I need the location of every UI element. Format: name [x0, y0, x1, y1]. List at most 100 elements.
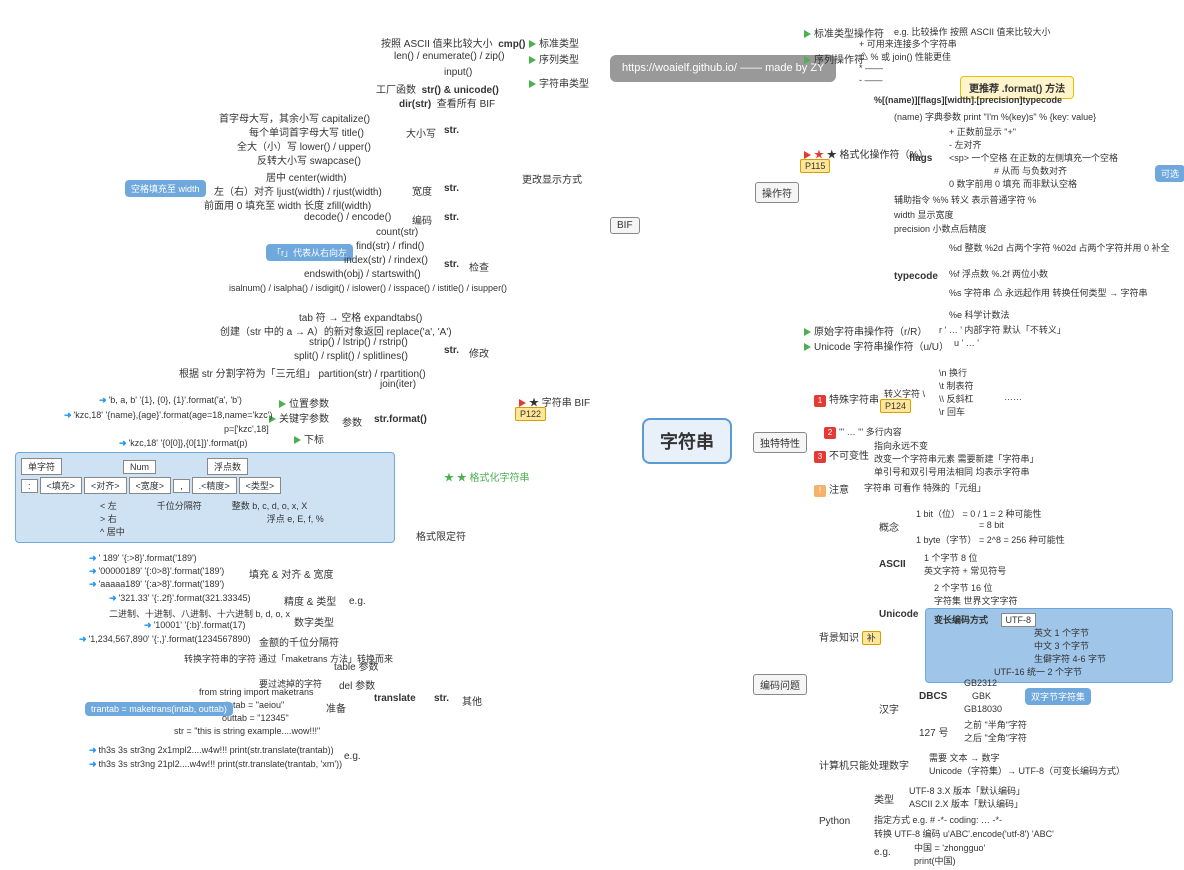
enc-dbcs-1: GBK: [968, 690, 995, 702]
enc-py-eg-1: print(中国): [910, 853, 960, 868]
fmt-sub-ex: ➜'kzc,18' '{0[0]},{0[1]}'.format(p): [115, 437, 252, 450]
enc-bg: 背景知识 补: [815, 628, 885, 645]
fmt-pos-ex: ➜'b, a, b' '{1}, {0}, {1}'.format('a', '…: [95, 394, 246, 407]
bif-std: 标准类型: [525, 34, 583, 51]
bif-seq-item: len() / enumerate() / zip(): [390, 50, 509, 63]
fmt-thou: 金额的千位分隔符: [255, 633, 343, 650]
enc-ascii: ASCII: [875, 558, 910, 571]
ops-fmt-tc3: %e 科学计数法: [945, 307, 1014, 322]
enc-comp: 计算机只能处理数字: [815, 756, 913, 773]
ops-fmt-name: (name) 字典参数 print "I'm %(key)s" % {key: …: [890, 109, 1100, 124]
fmt-param: 参数: [338, 413, 366, 430]
enc-concept: 概念: [875, 518, 903, 535]
bif-check: 检查: [465, 258, 493, 275]
ops-seq-star: * ——: [855, 62, 887, 74]
bif-str1: str.: [440, 124, 463, 137]
bif-dir: dir(str) 查看所有 BIF: [395, 94, 499, 111]
bif-width: 宽度: [408, 182, 436, 199]
fmt-fill-1: ➜'00000189' '{:0>8}'.format('189'): [85, 565, 228, 578]
fmt-delp: del 参数: [335, 676, 379, 693]
enc-ascii-1: 英文字符 + 常见符号: [920, 563, 1010, 578]
unique-esc-4: ……: [1000, 391, 1026, 403]
bif-node: BIF: [610, 217, 640, 234]
enc-han: 汉字: [875, 700, 903, 717]
enc-uni: Unicode: [875, 608, 922, 621]
enc-uni-1: 字符集 世界文字字符: [930, 593, 1022, 608]
bif-modify: 修改: [465, 344, 493, 361]
bif-str2: str.: [440, 182, 463, 195]
ops-fmt-tc0: %d 整数 %2d 占两个字符 %02d 占两个字符并用 0 补全: [945, 240, 1174, 255]
fmt-eg2-1: ➜th3s 3s str3ng 21pl2....w4w!!! print(st…: [85, 758, 346, 771]
bif-str5: str.: [440, 344, 463, 357]
unique-note-i: 字符串 可看作 特殊的「元组」: [860, 480, 990, 495]
fmt-sub: 下标: [290, 430, 328, 447]
root-node: 字符串: [642, 418, 732, 464]
enc-dbcs: DBCS: [915, 690, 951, 703]
unique-immut: 3不可变性: [810, 446, 873, 464]
fmt-numtype: 数字类型: [290, 613, 338, 630]
bif-mod-3: split() / rsplit() / splitlines(): [290, 350, 412, 363]
enc-py: Python: [815, 815, 854, 828]
enc-py-conv: 转换 UTF-8 编码 u'ABC'.encode('utf-8') 'ABC': [870, 826, 1058, 841]
unique-node: 独特特性: [753, 432, 807, 453]
bif-display: 更改显示方式: [518, 170, 586, 187]
bif-str3: str.: [440, 211, 463, 224]
enc-py-spec: 指定方式 e.g. # -*- coding: … -*-: [870, 812, 1006, 827]
unique-esc-3: \r 回车: [935, 404, 969, 419]
enc-py-type: 类型: [870, 790, 898, 807]
fmt-fill-0: ➜' 189' '{:>8}'.format('189'): [85, 552, 201, 565]
unique-esc-tag: P124: [880, 399, 911, 413]
fmt-kw-ex: ➜'kzc,18' '{name},{age}'.format(age=18,n…: [60, 409, 276, 422]
bif-strtype: 字符串类型: [525, 74, 593, 91]
bif-check-1: find(str) / rfind(): [352, 240, 428, 253]
unique-immut-2: 单引号和双引号用法相同 均表示字符串: [870, 464, 1034, 479]
ops-fmt-flags: flags: [905, 152, 936, 165]
fmt-eg2-0: ➜th3s 3s str3ng 2x1mpl2....w4w!!! print(…: [85, 744, 338, 757]
fmt-prep-3: str = "this is string example....wow!!!": [170, 725, 324, 737]
fmt-trantab: trantab = maketrans(intab, outtab): [85, 702, 233, 716]
ops-raw-ex: r ' … ' 内部字符 默认「不转义」: [935, 322, 1070, 337]
fmt-strformat: str.format(): [370, 413, 431, 426]
enc-127: 127 号: [915, 723, 952, 740]
bif-check-4: isalnum() / isalpha() / isdigit() / islo…: [225, 282, 511, 294]
bif-str4: str.: [440, 258, 463, 271]
fmt-other: 其他: [458, 692, 486, 709]
bif-case: 大小写: [402, 124, 440, 141]
fmt-prec-ex: ➜'321.33' '{:.2f}'.format(321.33345): [105, 592, 255, 605]
ops-uni-ex: u ' … ': [950, 337, 983, 349]
fmt-fill-2: ➜'aaaaa189' '{:a>8}'.format('189'): [85, 578, 228, 591]
bif-check-3: endswith(obj) / startswith(): [300, 268, 425, 281]
bif-input: input(): [440, 66, 476, 79]
enc-var: 变长编码方式 UTF-8 英文 1 个字节 中文 3 个字节 生僻字符 4-6 …: [925, 608, 1173, 683]
bif-seq: 序列类型: [525, 50, 583, 67]
fmt-table: 单字符Num浮点数 :<填充><对齐><宽度>,.<精度><类型> < 左千位分…: [15, 452, 395, 543]
ops-fmt-tc1: %f 浮点数 %.2f 两位小数: [945, 266, 1052, 281]
ops-fmt-width: width 显示宽度: [890, 207, 958, 222]
enc-byte2: 1 byte（字节） = 2^8 = 256 种可能性: [912, 532, 1069, 547]
fmt-title: ★ ★ 格式化字符串: [440, 468, 534, 485]
enc-comp-uni: Unicode（字符集）→ UTF-8（可变长编码方式）: [925, 763, 1129, 778]
ops-node: 操作符: [755, 182, 799, 203]
fmt-fill: 填充 & 对齐 & 宽度: [245, 565, 337, 582]
ops-fmt-tc2: %s 字符串 ⚠ 永远起作用 转换任何类型 → 字符串: [945, 285, 1152, 300]
bif-std-cmp: 按照 ASCII 值来比较大小 cmp(): [377, 34, 529, 51]
bif-width-note: 空格填充至 width: [125, 180, 206, 197]
fmt-thou-ex: ➜'1,234,567,890' '{:,}'.format(123456789…: [75, 633, 255, 646]
fmt-prep-0: from string import maketrans: [195, 686, 318, 698]
fmt-eg: e.g.: [345, 595, 370, 608]
ops-fmt-f4: 0 数字前用 0 填充 而非默认空格: [945, 176, 1081, 191]
ops-fmt-tpl: %[(name)][flags][width].[precision]typec…: [870, 94, 1066, 106]
ops-fmt-prec: precision 小数点后精度: [890, 221, 991, 236]
enc-dbcs-0: GB2312: [960, 677, 1001, 689]
unique-note: !注意: [810, 480, 853, 498]
enc-byte1: = 8 bit: [975, 519, 1008, 531]
fmt-tablep-note: 转换字符串的字符 通过「maketrans 方法」转换而来: [180, 651, 397, 666]
fmt-spec: 格式限定符: [412, 527, 470, 544]
fmt-sub-p: p=['kzc',18]: [220, 423, 273, 435]
bif-mod-2: strip() / lstrip() / rstrip(): [305, 336, 412, 349]
enc-py-type-1: ASCII 2.X 版本「默认编码」: [905, 796, 1027, 811]
ops-fmt-opt: 可选: [1155, 165, 1184, 182]
enc-py-eg: e.g.: [870, 846, 895, 859]
enc-node: 编码问题: [753, 674, 807, 695]
enc-dbcs-note: 双字节字符集: [1025, 688, 1091, 705]
